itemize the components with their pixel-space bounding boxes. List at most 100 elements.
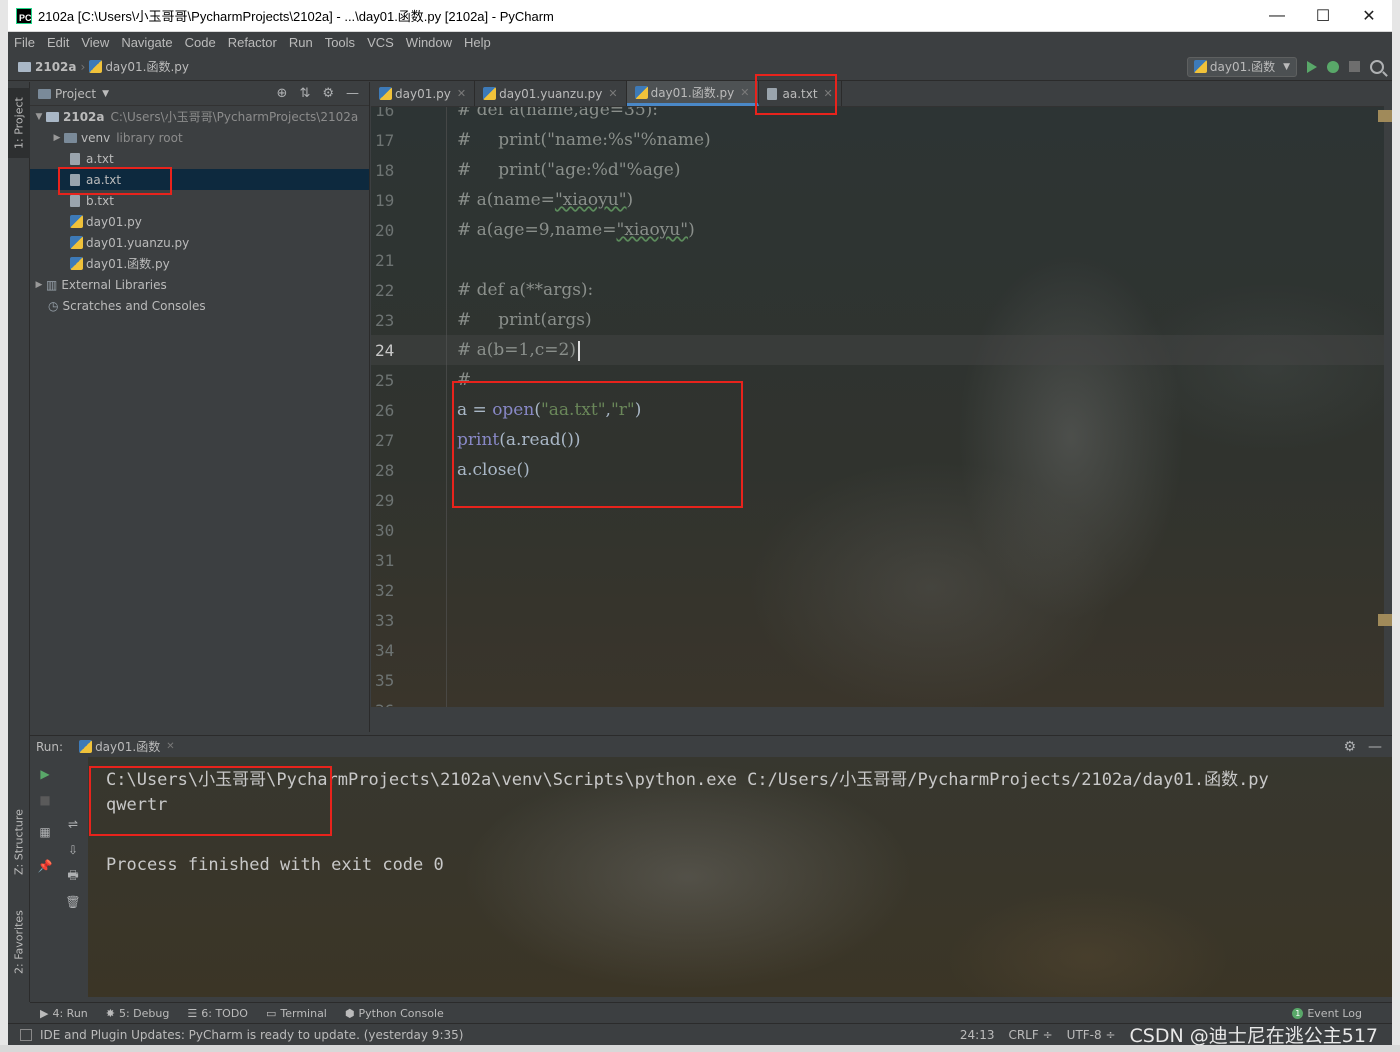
code-token: # a(name= bbox=[457, 190, 555, 210]
tool-tab-run[interactable]: ▶ 4: Run bbox=[40, 1007, 88, 1020]
project-tree: ▼ 2102a C:\Users\小玉哥哥\PycharmProjects\21… bbox=[30, 106, 369, 316]
code-line: # print("name:%s"%name) bbox=[457, 130, 711, 150]
pin-icon[interactable]: 📌 bbox=[36, 857, 54, 875]
code-token: # a(age=9,name= bbox=[457, 220, 617, 240]
run-panel-label: Run: bbox=[36, 739, 64, 754]
close-tab-icon[interactable]: ✕ bbox=[824, 87, 833, 100]
caret-position[interactable]: 24:13 bbox=[960, 1028, 995, 1042]
chevron-down-icon[interactable]: ▼ bbox=[32, 112, 46, 122]
tool-tab-debug[interactable]: ✸ 5: Debug bbox=[106, 1007, 170, 1020]
favorites-tool-tab[interactable]: 2: Favorites bbox=[8, 907, 30, 977]
python-file-icon bbox=[1193, 60, 1207, 73]
gear-icon[interactable]: ⚙ bbox=[1343, 739, 1356, 755]
python-file-icon bbox=[379, 87, 392, 100]
scroll-marker[interactable] bbox=[1378, 110, 1392, 122]
menu-vcs[interactable]: VCS bbox=[361, 35, 400, 50]
scroll-to-end-icon[interactable]: ⇩ bbox=[64, 841, 82, 859]
tab-day01-yuanzu-py[interactable]: day01.yuanzu.py ✕ bbox=[475, 81, 627, 106]
menu-view[interactable]: View bbox=[75, 35, 115, 50]
scroll-marker[interactable] bbox=[1378, 614, 1392, 626]
tree-item-aa-txt[interactable]: aa.txt bbox=[30, 169, 369, 190]
tree-item-a-txt[interactable]: a.txt bbox=[30, 148, 369, 169]
chevron-right-icon[interactable]: ▶ bbox=[32, 280, 46, 290]
menu-refactor[interactable]: Refactor bbox=[222, 35, 283, 50]
code-token: ) bbox=[634, 400, 642, 420]
code-token: "r" bbox=[610, 400, 635, 420]
tool-tab-todo[interactable]: ☰ 6: TODO bbox=[187, 1007, 248, 1020]
menu-code[interactable]: Code bbox=[179, 35, 222, 50]
run-configuration-select[interactable]: day01.函数 ▼ bbox=[1186, 56, 1297, 77]
run-icon[interactable] bbox=[1307, 60, 1317, 73]
hide-icon[interactable]: — bbox=[346, 86, 359, 101]
menu-edit[interactable]: Edit bbox=[41, 35, 75, 50]
encoding-select[interactable]: UTF-8 ÷ bbox=[1067, 1028, 1116, 1042]
editor-tab-bar: day01.py ✕ day01.yuanzu.py ✕ day01.函数.py… bbox=[371, 81, 1384, 107]
tree-item-day01-yuanzu-py[interactable]: day01.yuanzu.py bbox=[30, 232, 369, 253]
collapse-icon[interactable]: ⇅ bbox=[299, 86, 310, 101]
menu-run[interactable]: Run bbox=[283, 35, 319, 50]
close-tab-icon[interactable]: ✕ bbox=[457, 87, 466, 100]
tool-tab-python-console[interactable]: ⬢ Python Console bbox=[345, 1007, 444, 1020]
print-icon[interactable]: 🖶 bbox=[64, 867, 82, 885]
tree-item-day01-py[interactable]: day01.py bbox=[30, 211, 369, 232]
close-button[interactable]: ✕ bbox=[1346, 0, 1392, 31]
tree-item-external-libraries[interactable]: ▶ ▥ External Libraries bbox=[30, 274, 369, 295]
line-separator-select[interactable]: CRLF ÷ bbox=[1008, 1028, 1052, 1042]
navigation-bar: 2102a › day01.函数.py day01.函数 ▼ bbox=[8, 53, 1392, 81]
chevron-down-icon[interactable]: ▼ bbox=[102, 89, 109, 99]
event-log-button[interactable]: 1 Event Log bbox=[1292, 1007, 1362, 1020]
debug-icon: ✸ bbox=[105, 1006, 115, 1020]
search-icon[interactable] bbox=[1370, 59, 1384, 74]
menu-window[interactable]: Window bbox=[400, 35, 458, 50]
stop-icon[interactable]: ■ bbox=[36, 791, 54, 809]
menu-file[interactable]: File bbox=[8, 35, 41, 50]
rerun-icon[interactable]: ▶ bbox=[36, 765, 54, 783]
tree-item-day01-hanshu-py[interactable]: day01.函数.py bbox=[30, 253, 369, 274]
code-token: "name:%s" bbox=[547, 130, 641, 150]
tab-aa-txt[interactable]: aa.txt ✕ bbox=[759, 81, 842, 106]
code-editor[interactable]: 16 17 18 19 20 21 22 23 24 25 26 27 28 2… bbox=[371, 107, 1384, 707]
chevron-right-icon[interactable]: ▶ bbox=[50, 133, 64, 143]
close-tab-icon[interactable]: ✕ bbox=[166, 741, 174, 752]
maximize-button[interactable]: ☐ bbox=[1300, 0, 1346, 31]
menu-navigate[interactable]: Navigate bbox=[115, 35, 178, 50]
close-tab-icon[interactable]: ✕ bbox=[740, 86, 749, 99]
tree-item-venv[interactable]: ▶ venv library root bbox=[30, 127, 369, 148]
project-view-select[interactable]: Project bbox=[55, 87, 96, 101]
breadcrumb-file[interactable]: day01.函数.py bbox=[89, 58, 189, 75]
soft-wrap-icon[interactable]: ⇌ bbox=[64, 815, 82, 833]
tree-item-label: b.txt bbox=[86, 193, 114, 208]
text-caret bbox=[577, 340, 580, 361]
close-tab-icon[interactable]: ✕ bbox=[608, 87, 617, 100]
tree-item-root[interactable]: ▼ 2102a C:\Users\小玉哥哥\PycharmProjects\21… bbox=[30, 106, 369, 127]
menu-help[interactable]: Help bbox=[458, 35, 497, 50]
project-tool-tab[interactable]: 1: Project bbox=[8, 88, 30, 158]
menu-bar: File Edit View Navigate Code Refactor Ru… bbox=[8, 32, 1392, 53]
tree-item-b-txt[interactable]: b.txt bbox=[30, 190, 369, 211]
tab-day01-py[interactable]: day01.py ✕ bbox=[371, 81, 476, 106]
structure-tool-tab[interactable]: Z: Structure bbox=[8, 807, 30, 877]
trash-icon[interactable]: 🗑 bbox=[64, 893, 82, 911]
breadcrumb-project[interactable]: 2102a bbox=[8, 60, 77, 74]
tree-item-scratches[interactable]: ◷ Scratches and Consoles bbox=[30, 295, 369, 316]
status-message[interactable]: IDE and Plugin Updates: PyCharm is ready… bbox=[40, 1028, 463, 1042]
line-number-current: 24 bbox=[375, 341, 395, 360]
editor-scrollbar[interactable] bbox=[1384, 82, 1392, 732]
run-tab-day01-hanshu[interactable]: day01.函数 ✕ bbox=[79, 738, 175, 755]
tab-label: day01.函数.py bbox=[650, 85, 735, 100]
tool-tab-terminal[interactable]: ▭ Terminal bbox=[266, 1007, 327, 1020]
menu-tools[interactable]: Tools bbox=[319, 35, 361, 50]
tab-label: aa.txt bbox=[782, 86, 818, 101]
stop-icon[interactable] bbox=[1349, 61, 1360, 72]
tab-day01-hanshu-py[interactable]: day01.函数.py ✕ bbox=[626, 81, 759, 106]
locate-icon[interactable]: ⊕ bbox=[277, 86, 288, 101]
status-toggle-icon[interactable] bbox=[20, 1028, 32, 1041]
gear-icon[interactable]: ⚙ bbox=[322, 86, 334, 101]
run-console[interactable]: C:\Users\小玉哥哥\PycharmProjects\2102a\venv… bbox=[88, 757, 1392, 997]
hide-icon[interactable]: — bbox=[1368, 739, 1382, 755]
code-line: # print("age:%d"%age) bbox=[457, 160, 680, 180]
minimize-button[interactable]: — bbox=[1254, 0, 1300, 31]
layout-icon[interactable]: ▦ bbox=[36, 823, 54, 841]
code-line: print(a.read()) bbox=[457, 430, 581, 450]
debug-icon[interactable] bbox=[1327, 60, 1339, 73]
